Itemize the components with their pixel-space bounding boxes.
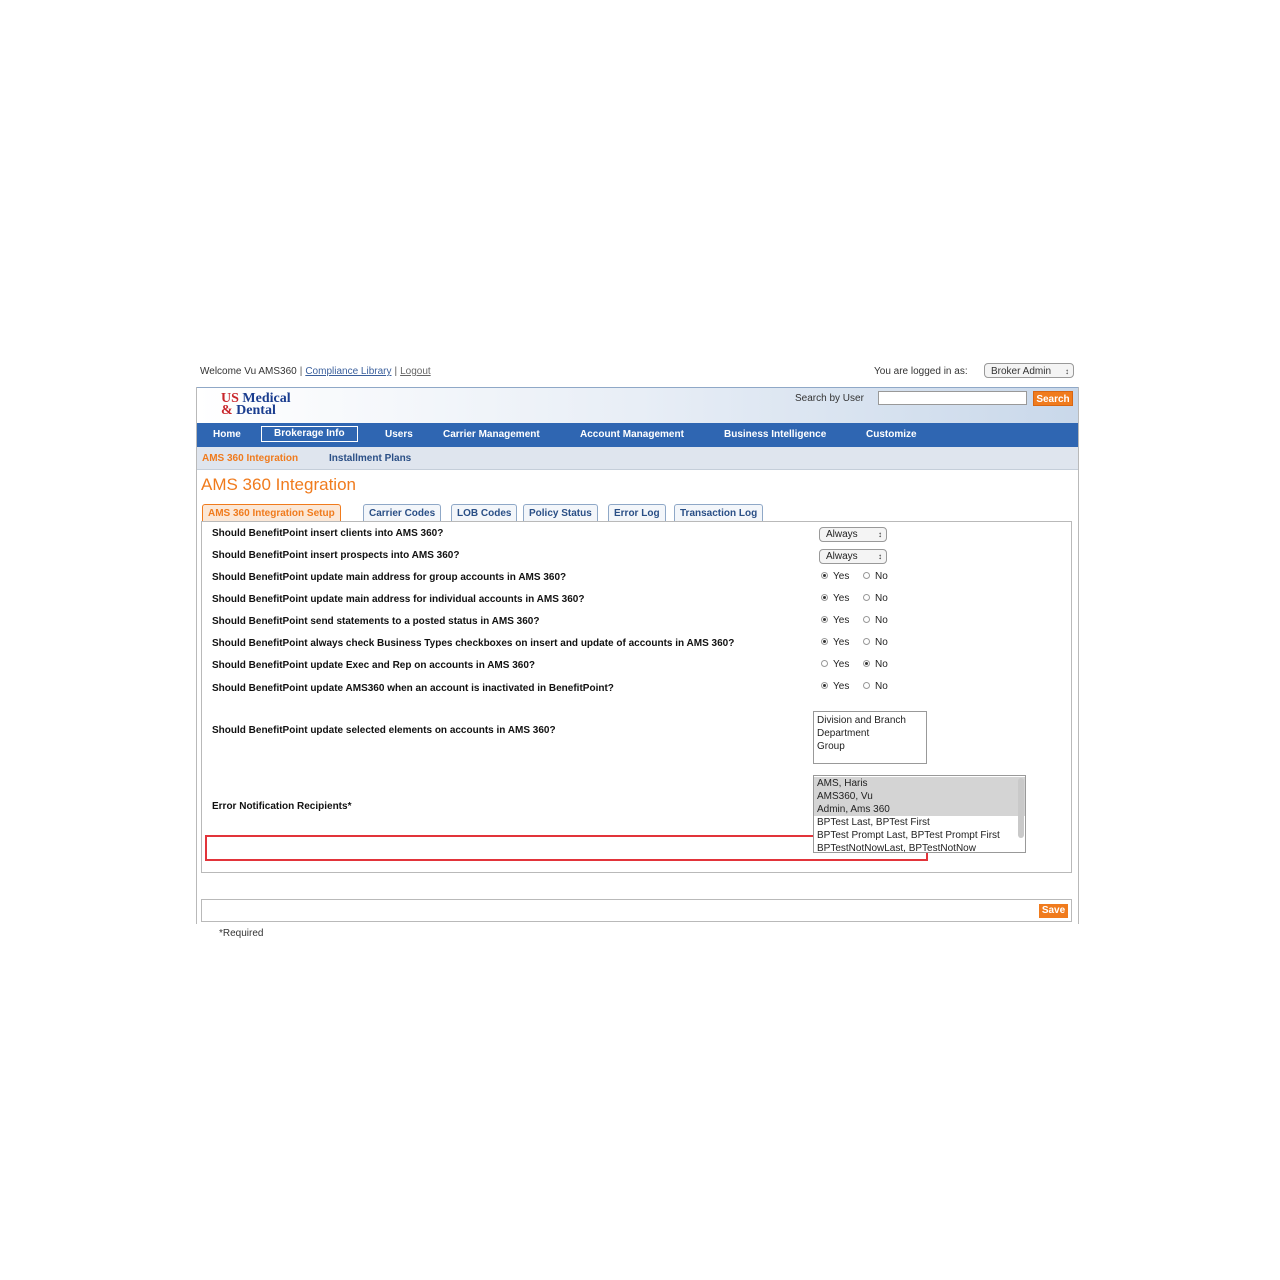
business-types-yes-radio[interactable]: Yes <box>821 637 849 648</box>
role-select-value: Broker Admin <box>991 366 1052 377</box>
list-item[interactable]: AMS360, Vu <box>814 790 1025 803</box>
nav-carrier-management[interactable]: Carrier Management <box>443 428 540 442</box>
question-error-recipients: Error Notification Recipients* <box>212 801 352 812</box>
tab-policy-status[interactable]: Policy Status <box>523 504 598 521</box>
nav-account-management[interactable]: Account Management <box>580 428 684 442</box>
group-address-yes-radio[interactable]: Yes <box>821 571 849 582</box>
listbox-scrollbar[interactable] <box>1018 778 1024 838</box>
required-note: *Required <box>219 928 264 939</box>
tab-carrier-codes[interactable]: Carrier Codes <box>363 504 442 521</box>
individual-address-yes-radio[interactable]: Yes <box>821 593 849 604</box>
question-posted-status: Should BenefitPoint send statements to a… <box>212 616 540 627</box>
search-label: Search by User <box>795 393 864 404</box>
subnav-installment-plans[interactable]: Installment Plans <box>329 453 411 464</box>
logout-link[interactable]: Logout <box>400 366 431 377</box>
settings-panel: Should BenefitPoint insert clients into … <box>201 521 1072 873</box>
posted-status-no-radio[interactable]: No <box>863 615 888 626</box>
tab-integration-setup[interactable]: AMS 360 Integration Setup <box>202 504 341 521</box>
inactivated-yes-radio[interactable]: Yes <box>821 681 849 692</box>
list-item[interactable]: AMS, Haris <box>814 777 1025 790</box>
list-item[interactable]: Admin, Ams 360 <box>814 803 1025 816</box>
nav-users[interactable]: Users <box>385 428 413 442</box>
save-button[interactable]: Save <box>1039 904 1068 918</box>
search-user-input[interactable] <box>878 391 1027 405</box>
list-item[interactable]: BPTest Prompt Last, BPTest Prompt First <box>814 829 1025 842</box>
nav-home[interactable]: Home <box>213 428 241 442</box>
insert-clients-select[interactable]: Always ↕ <box>819 527 887 542</box>
question-selected-elements: Should BenefitPoint update selected elem… <box>212 725 556 736</box>
subnav-ams360-integration[interactable]: AMS 360 Integration <box>202 453 298 464</box>
tab-transaction-log[interactable]: Transaction Log <box>674 504 764 521</box>
question-inactivated-account: Should BenefitPoint update AMS360 when a… <box>212 683 614 694</box>
inactivated-no-radio[interactable]: No <box>863 681 888 692</box>
role-select[interactable]: Broker Admin ↕ <box>984 363 1074 378</box>
question-insert-clients: Should BenefitPoint insert clients into … <box>212 528 444 539</box>
list-item[interactable]: Group <box>814 740 926 753</box>
main-nav: Home Brokerage Info Users Carrier Manage… <box>197 423 1078 447</box>
insert-prospects-select[interactable]: Always ↕ <box>819 549 887 564</box>
list-item[interactable]: BPTest Last, BPTest First <box>814 816 1025 829</box>
sub-nav: AMS 360 Integration Installment Plans <box>197 447 1078 470</box>
logo: US Medical & Dental <box>221 391 291 418</box>
question-exec-rep: Should BenefitPoint update Exec and Rep … <box>212 660 536 671</box>
app-window: Welcome Vu AMS360 | Compliance Library | Log… <box>196 362 1079 939</box>
posted-status-yes-radio[interactable]: Yes <box>821 615 849 626</box>
question-individual-address: Should BenefitPoint update main address … <box>212 594 585 605</box>
elements-listbox[interactable]: Division and Branch Department Group <box>813 711 927 764</box>
question-business-types: Should BenefitPoint always check Busines… <box>212 638 735 649</box>
logged-in-label: You are logged in as: <box>874 366 968 377</box>
recipients-listbox[interactable]: AMS, Haris AMS360, Vu Admin, Ams 360 BPT… <box>813 775 1026 853</box>
tab-error-log[interactable]: Error Log <box>608 504 666 521</box>
nav-customize[interactable]: Customize <box>866 428 917 442</box>
question-insert-prospects: Should BenefitPoint insert prospects int… <box>212 550 460 561</box>
exec-rep-yes-radio[interactable]: Yes <box>821 659 849 670</box>
footer-bar <box>201 899 1072 922</box>
business-types-no-radio[interactable]: No <box>863 637 888 648</box>
nav-brokerage-info[interactable]: Brokerage Info <box>261 426 358 442</box>
top-bar: Welcome Vu AMS360 | Compliance Library | Log… <box>196 362 1079 384</box>
group-address-no-radio[interactable]: No <box>863 571 888 582</box>
nav-business-intelligence[interactable]: Business Intelligence <box>724 428 826 442</box>
search-button[interactable]: Search <box>1033 391 1073 406</box>
header: US Medical & Dental Search by User Searc… <box>197 387 1078 424</box>
main-frame: US Medical & Dental Search by User Searc… <box>196 387 1079 939</box>
exec-rep-no-radio[interactable]: No <box>863 659 888 670</box>
welcome-text: Welcome Vu AMS360 <box>200 366 297 377</box>
list-item[interactable]: Division and Branch <box>814 714 926 727</box>
list-item[interactable]: BPTestNotNowLast, BPTestNotNow <box>814 842 1025 852</box>
individual-address-no-radio[interactable]: No <box>863 593 888 604</box>
welcome-area: Welcome Vu AMS360 | Compliance Library | Log… <box>200 366 431 377</box>
compliance-library-link[interactable]: Compliance Library <box>305 366 391 377</box>
select-arrows-icon: ↕ <box>1065 367 1069 376</box>
tab-lob-codes[interactable]: LOB Codes <box>451 504 518 521</box>
question-group-address: Should BenefitPoint update main address … <box>212 572 567 583</box>
list-item[interactable]: Department <box>814 727 926 740</box>
page-title: AMS 360 Integration <box>201 475 356 494</box>
